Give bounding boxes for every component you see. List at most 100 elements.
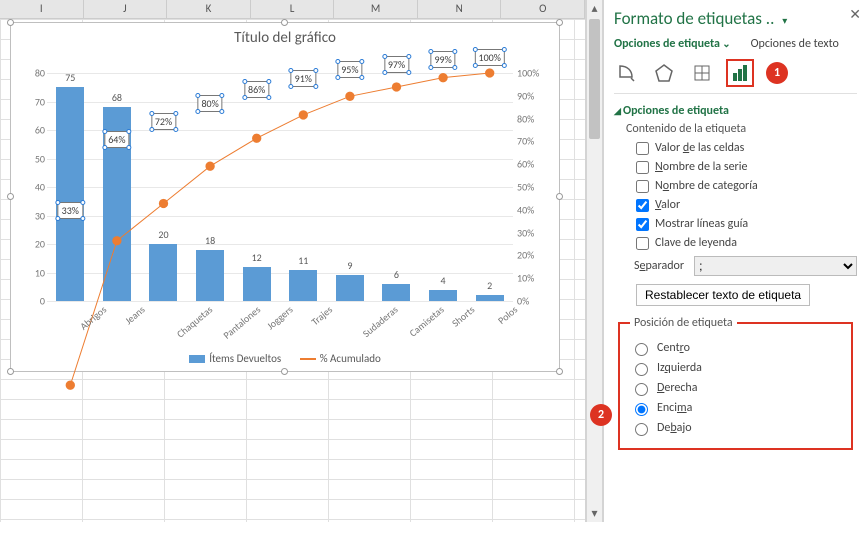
resize-handle[interactable] — [556, 368, 563, 375]
line-data-label[interactable]: 100% — [475, 49, 505, 66]
chart-title[interactable]: Título del gráfico — [11, 29, 559, 47]
label-handle[interactable] — [242, 95, 247, 100]
scroll-down-arrow[interactable]: ▾ — [587, 505, 602, 522]
line-data-label[interactable]: 80% — [197, 95, 222, 112]
chk-value[interactable]: Valor — [636, 198, 857, 212]
close-pane-button[interactable]: ✕ — [849, 6, 861, 23]
pos-right[interactable]: Derecha — [630, 380, 845, 396]
resize-handle[interactable] — [556, 19, 563, 26]
label-handle[interactable] — [502, 47, 507, 52]
label-handle[interactable] — [335, 59, 340, 64]
reset-label-text-button[interactable]: Restablecer texto de etiqueta — [636, 284, 810, 306]
primary-y-axis[interactable]: 01020304050607080 — [15, 73, 45, 301]
label-handle[interactable] — [473, 47, 478, 52]
line-data-label[interactable]: 33% — [58, 202, 83, 219]
chk-leader-lines[interactable]: Mostrar líneas guía — [636, 217, 857, 231]
pos-left[interactable]: Izquierda — [630, 360, 845, 376]
legend-item-line[interactable]: % Acumulado — [300, 352, 381, 365]
col-header[interactable]: K — [167, 0, 251, 18]
line-data-label[interactable]: 72% — [151, 113, 176, 130]
resize-handle[interactable] — [281, 19, 288, 26]
chart-legend[interactable]: Ítems Devueltos % Acumulado — [11, 352, 559, 365]
label-handle[interactable] — [335, 75, 340, 80]
label-handle[interactable] — [149, 127, 154, 132]
label-handle[interactable] — [382, 70, 387, 75]
label-handle[interactable] — [453, 49, 458, 54]
label-handle[interactable] — [502, 63, 507, 68]
category-axis[interactable]: Abrigos Jeans ChaquetasPantalonesJoggers Tr… — [47, 303, 513, 341]
line-data-label[interactable]: 64% — [104, 131, 129, 148]
line-data-label[interactable]: 86% — [244, 81, 269, 98]
category-label[interactable]: Chaquetas — [173, 303, 214, 340]
pos-below[interactable]: Debajo — [630, 420, 845, 436]
category-label[interactable]: Joggers — [264, 303, 295, 332]
label-handle[interactable] — [102, 129, 107, 134]
col-header[interactable]: N — [418, 0, 502, 18]
pos-center[interactable]: Centro — [630, 340, 845, 356]
label-handle[interactable] — [289, 68, 294, 73]
col-header[interactable]: O — [501, 0, 585, 18]
col-header[interactable]: J — [84, 0, 168, 18]
pane-title-dropdown[interactable] — [778, 8, 787, 29]
section-label-options[interactable]: Opciones de etiqueta — [614, 104, 857, 118]
line-data-label[interactable]: 97% — [384, 56, 409, 73]
label-handle[interactable] — [289, 84, 294, 89]
label-handle[interactable] — [313, 68, 318, 73]
category-label[interactable]: Sudaderas — [360, 303, 401, 340]
chk-series-name[interactable]: Nombre de la serie — [636, 160, 857, 174]
label-handle[interactable] — [102, 145, 107, 150]
separator-select[interactable]: ; — [694, 256, 857, 276]
line-data-label[interactable]: 95% — [337, 61, 362, 78]
label-handle[interactable] — [428, 65, 433, 70]
col-header[interactable]: L — [251, 0, 335, 18]
col-header[interactable]: I — [0, 0, 84, 18]
category-label[interactable]: Trajes — [309, 303, 335, 328]
label-handle[interactable] — [242, 79, 247, 84]
label-handle[interactable] — [56, 200, 61, 205]
fill-line-icon[interactable] — [614, 61, 638, 85]
label-handle[interactable] — [195, 109, 200, 114]
scroll-up-arrow[interactable]: ▴ — [587, 0, 602, 17]
effects-icon[interactable] — [652, 61, 676, 85]
label-handle[interactable] — [360, 59, 365, 64]
col-header[interactable]: M — [334, 0, 418, 18]
chk-legend-key[interactable]: Clave de leyenda — [636, 236, 857, 250]
tab-text-options[interactable]: Opciones de texto — [751, 37, 839, 51]
resize-handle[interactable] — [556, 193, 563, 200]
scroll-track[interactable] — [587, 141, 602, 505]
chart-object[interactable]: Título del gráfico 01020304050607080 0%1… — [10, 22, 560, 372]
category-label[interactable]: Pantalones — [221, 303, 264, 342]
resize-handle[interactable] — [7, 368, 14, 375]
resize-handle[interactable] — [7, 19, 14, 26]
vertical-scrollbar[interactable]: ▴ ▾ — [586, 0, 603, 522]
label-handle[interactable] — [406, 54, 411, 59]
label-handle[interactable] — [149, 111, 154, 116]
scroll-thumb[interactable] — [589, 19, 600, 139]
separator-label: Separador — [634, 259, 684, 273]
pos-above[interactable]: Encima — [630, 400, 845, 416]
label-handle[interactable] — [195, 93, 200, 98]
category-label[interactable]: Jeans — [122, 303, 147, 327]
label-content-options: Valor de las celdas Nombre de la serie N… — [636, 141, 857, 250]
secondary-y-axis[interactable]: 0%10%20%30%40%50%60%70%80%90%100% — [517, 73, 555, 301]
plot-area[interactable]: 7568201812119642 33%64%72%80%86%91%95%97… — [47, 73, 513, 301]
category-label[interactable]: Abrigos — [77, 303, 109, 333]
size-properties-icon[interactable] — [690, 61, 714, 85]
tab-label-options[interactable]: Opciones de etiqueta — [614, 37, 731, 51]
label-handle[interactable] — [473, 63, 478, 68]
chk-cell-value[interactable]: Valor de las celdas — [636, 141, 857, 155]
category-label[interactable]: Shorts — [449, 303, 477, 330]
label-handle[interactable] — [56, 216, 61, 221]
line-data-label[interactable]: 91% — [291, 70, 316, 87]
label-handle[interactable] — [382, 54, 387, 59]
resize-handle[interactable] — [7, 193, 14, 200]
label-options-icon[interactable] — [728, 61, 752, 85]
label-position-group: Posición de etiqueta Centro Izquierda De… — [618, 316, 853, 450]
label-handle[interactable] — [428, 49, 433, 54]
category-label[interactable]: Camisetas — [406, 303, 446, 339]
line-data-label[interactable]: 99% — [430, 51, 455, 68]
label-handle[interactable] — [453, 65, 458, 70]
legend-item-bar[interactable]: Ítems Devueltos — [189, 352, 281, 365]
chk-category-name[interactable]: Nombre de categoría — [636, 179, 857, 193]
category-label[interactable]: Polos — [495, 303, 520, 327]
